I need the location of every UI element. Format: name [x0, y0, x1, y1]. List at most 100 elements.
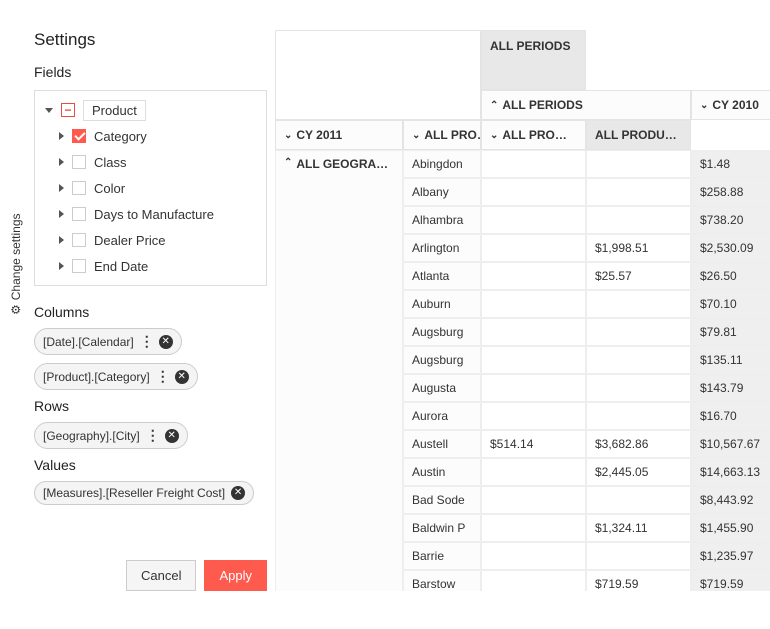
- header-all-periods[interactable]: ALL PERIODS: [481, 90, 691, 120]
- row-label[interactable]: Arlington: [403, 234, 481, 262]
- data-cell[interactable]: [586, 486, 691, 514]
- data-cell[interactable]: [481, 458, 586, 486]
- data-cell[interactable]: $70.10: [691, 290, 770, 318]
- data-cell[interactable]: $135.11: [691, 346, 770, 374]
- apply-button[interactable]: Apply: [204, 560, 267, 591]
- data-cell[interactable]: [481, 318, 586, 346]
- data-cell[interactable]: [481, 402, 586, 430]
- checkbox[interactable]: [72, 181, 86, 195]
- row-label[interactable]: Augsburg: [403, 346, 481, 374]
- tree-node-child[interactable]: End Date: [35, 253, 266, 279]
- data-cell[interactable]: $1,455.90: [691, 514, 770, 542]
- row-label[interactable]: Abingdon: [403, 150, 481, 178]
- header-all-periods-total[interactable]: ALL PERIODS: [481, 30, 586, 90]
- row-label[interactable]: Atlanta: [403, 262, 481, 290]
- data-cell[interactable]: $2,530.09: [691, 234, 770, 262]
- tree-node-child[interactable]: Class: [35, 149, 266, 175]
- checkbox[interactable]: [72, 233, 86, 247]
- minus-icon[interactable]: −: [61, 103, 75, 117]
- row-label[interactable]: Austell: [403, 430, 481, 458]
- row-label[interactable]: Baldwin P: [403, 514, 481, 542]
- field-chip[interactable]: [Date].[Calendar]⋮✕: [34, 328, 182, 355]
- data-cell[interactable]: [481, 486, 586, 514]
- tree-node-child[interactable]: Color: [35, 175, 266, 201]
- data-cell[interactable]: $26.50: [691, 262, 770, 290]
- data-cell[interactable]: $1,324.11: [586, 514, 691, 542]
- data-cell[interactable]: $25.57: [586, 262, 691, 290]
- data-cell[interactable]: [481, 374, 586, 402]
- close-icon[interactable]: ✕: [159, 335, 173, 349]
- row-label[interactable]: Austin: [403, 458, 481, 486]
- close-icon[interactable]: ✕: [231, 486, 245, 500]
- data-cell[interactable]: $3,682.86: [586, 430, 691, 458]
- row-label[interactable]: Augsburg: [403, 318, 481, 346]
- data-cell[interactable]: [481, 514, 586, 542]
- data-cell[interactable]: $79.81: [691, 318, 770, 346]
- data-cell[interactable]: [586, 346, 691, 374]
- checkbox[interactable]: [72, 259, 86, 273]
- checkbox[interactable]: [72, 207, 86, 221]
- data-cell[interactable]: $1,998.51: [586, 234, 691, 262]
- row-label[interactable]: Albany: [403, 178, 481, 206]
- tree-node-child[interactable]: Dealer Price: [35, 227, 266, 253]
- data-cell[interactable]: [586, 318, 691, 346]
- data-cell[interactable]: [481, 234, 586, 262]
- row-label[interactable]: Aurora: [403, 402, 481, 430]
- data-cell[interactable]: [586, 290, 691, 318]
- data-cell[interactable]: [481, 290, 586, 318]
- header-allprodu[interactable]: ALL PRODU…: [586, 120, 691, 150]
- data-cell[interactable]: $143.79: [691, 374, 770, 402]
- checkbox[interactable]: [72, 129, 86, 143]
- data-cell[interactable]: $2,445.05: [586, 458, 691, 486]
- data-cell[interactable]: [586, 150, 691, 178]
- row-label[interactable]: Auburn: [403, 290, 481, 318]
- data-cell[interactable]: $8,443.92: [691, 486, 770, 514]
- data-cell[interactable]: [586, 178, 691, 206]
- row-label[interactable]: Bad Sode: [403, 486, 481, 514]
- row-header-all-geo[interactable]: ALL GEOGRA…: [275, 150, 403, 591]
- kebab-icon[interactable]: ⋮: [156, 368, 169, 385]
- data-cell[interactable]: [481, 262, 586, 290]
- data-cell[interactable]: [481, 206, 586, 234]
- data-cell[interactable]: $16.70: [691, 402, 770, 430]
- header-allpro-1[interactable]: ALL PRO…: [403, 120, 481, 150]
- tree-node-label: Color: [94, 181, 125, 196]
- data-cell[interactable]: $719.59: [586, 570, 691, 591]
- data-cell[interactable]: $1,235.97: [691, 542, 770, 570]
- row-label[interactable]: Alhambra: [403, 206, 481, 234]
- header-allpro-2[interactable]: ALL PRO…: [481, 120, 586, 150]
- data-cell[interactable]: [586, 206, 691, 234]
- data-cell[interactable]: $10,567.67: [691, 430, 770, 458]
- row-label[interactable]: Barstow: [403, 570, 481, 591]
- data-cell[interactable]: [481, 542, 586, 570]
- data-cell[interactable]: [481, 150, 586, 178]
- data-cell[interactable]: [481, 570, 586, 591]
- data-cell[interactable]: [481, 346, 586, 374]
- tree-node-child[interactable]: Category: [35, 123, 266, 149]
- data-cell[interactable]: $738.20: [691, 206, 770, 234]
- cancel-button[interactable]: Cancel: [126, 560, 196, 591]
- row-label[interactable]: Barrie: [403, 542, 481, 570]
- field-chip[interactable]: [Measures].[Reseller Freight Cost]✕: [34, 481, 254, 505]
- data-cell[interactable]: $14,663.13: [691, 458, 770, 486]
- close-icon[interactable]: ✕: [165, 429, 179, 443]
- data-cell[interactable]: [586, 542, 691, 570]
- data-cell[interactable]: $514.14: [481, 430, 586, 458]
- data-cell[interactable]: [586, 402, 691, 430]
- row-label[interactable]: Augusta: [403, 374, 481, 402]
- data-cell[interactable]: $719.59: [691, 570, 770, 591]
- kebab-icon[interactable]: ⋮: [146, 427, 159, 444]
- kebab-icon[interactable]: ⋮: [140, 333, 153, 350]
- field-chip[interactable]: [Geography].[City]⋮✕: [34, 422, 188, 449]
- field-chip[interactable]: [Product].[Category]⋮✕: [34, 363, 198, 390]
- close-icon[interactable]: ✕: [175, 370, 189, 384]
- tree-node-product[interactable]: − Product: [35, 97, 266, 123]
- checkbox[interactable]: [72, 155, 86, 169]
- data-cell[interactable]: $1.48: [691, 150, 770, 178]
- data-cell[interactable]: [586, 374, 691, 402]
- data-cell[interactable]: [481, 178, 586, 206]
- data-cell[interactable]: $258.88: [691, 178, 770, 206]
- tree-node-child[interactable]: Days to Manufacture: [35, 201, 266, 227]
- header-cy2011[interactable]: CY 2011: [275, 120, 403, 150]
- header-cy2010[interactable]: CY 2010: [691, 90, 770, 120]
